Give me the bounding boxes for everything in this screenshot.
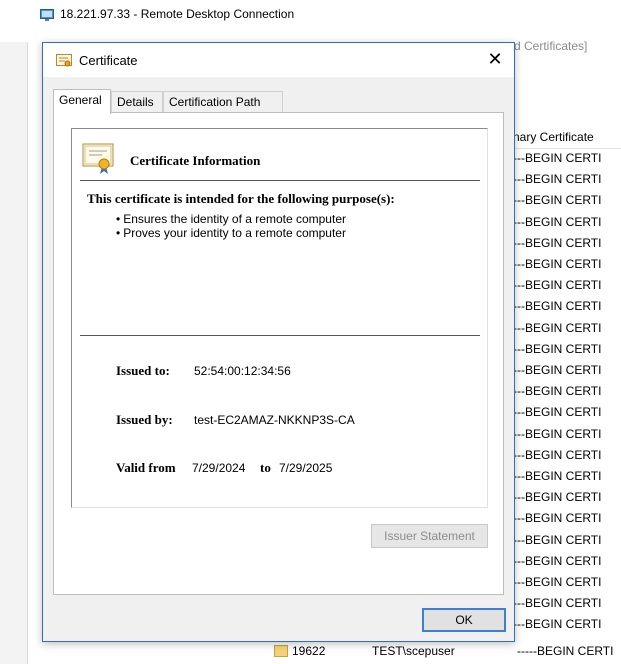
console-tree-pane[interactable]: [0, 42, 28, 664]
remote-desktop-title: 18.221.97.33 - Remote Desktop Connection: [60, 7, 295, 21]
certificate-info-title: Certificate Information: [130, 153, 261, 168]
table-row[interactable]: ---BEGIN CERTI: [513, 531, 621, 552]
certificate-info-icon: [82, 143, 114, 174]
table-row[interactable]: ---BEGIN CERTI: [513, 467, 621, 488]
table-row[interactable]: ---BEGIN CERTI: [513, 594, 621, 615]
table-row[interactable]: ---BEGIN CERTI: [513, 170, 621, 191]
table-row[interactable]: ---BEGIN CERTI: [513, 319, 621, 340]
issued-to-label: Issued to:: [116, 363, 170, 378]
table-row[interactable]: ---BEGIN CERTI: [513, 255, 621, 276]
table-row[interactable]: ---BEGIN CERTI: [513, 149, 621, 170]
issued-by-label: Issued by:: [116, 412, 173, 427]
valid-from-value: 7/29/2024: [192, 461, 246, 475]
binary-certificate: -----BEGIN CERTI: [517, 644, 614, 658]
purpose-heading: This certificate is intended for the fol…: [87, 191, 395, 206]
table-row[interactable]: ---BEGIN CERTI: [513, 191, 621, 212]
purpose-item: Proves your identity to a remote compute…: [116, 226, 346, 240]
certificate-row-icon: [274, 645, 288, 657]
certificate-dialog: Certificate ✕ General Details Certificat…: [42, 42, 515, 642]
column-header-binary-certificate[interactable]: nary Certificate: [513, 127, 621, 149]
general-tab-panel: Certificate Information This certificate…: [53, 112, 504, 595]
valid-to-label: to: [260, 460, 271, 475]
table-row[interactable]: ---BEGIN CERTI: [513, 425, 621, 446]
purpose-item: Ensures the identity of a remote compute…: [116, 212, 346, 226]
table-row[interactable]: ---BEGIN CERTI: [513, 213, 621, 234]
valid-to-value: 7/29/2025: [279, 461, 333, 475]
table-row[interactable]: ---BEGIN CERTI: [513, 276, 621, 297]
remote-desktop-icon: [40, 9, 54, 21]
issued-by-value: test-EC2AMAZ-NKKNP3S-CA: [194, 413, 355, 427]
table-row[interactable]: ---BEGIN CERTI: [513, 382, 621, 403]
issuer-statement-button[interactable]: Issuer Statement: [371, 524, 488, 548]
divider: [80, 335, 480, 336]
close-button[interactable]: ✕: [477, 47, 513, 73]
table-row[interactable]: ---BEGIN CERTI: [513, 403, 621, 424]
divider: [80, 180, 480, 181]
requester-name: TEST\scepuser: [372, 644, 455, 658]
valid-from-label: Valid from: [116, 460, 176, 475]
table-row[interactable]: ---BEGIN CERTI: [513, 297, 621, 318]
remote-desktop-titlebar: 18.221.97.33 - Remote Desktop Connection: [0, 0, 621, 32]
ok-button[interactable]: OK: [422, 608, 506, 632]
certificate-icon: [56, 54, 72, 67]
table-row[interactable]: ---BEGIN CERTI: [513, 340, 621, 361]
table-row[interactable]: ---BEGIN CERTI: [513, 488, 621, 509]
table-row[interactable]: ---BEGIN CERTI: [513, 361, 621, 382]
issued-to-value: 52:54:00:12:34:56: [194, 364, 291, 378]
dialog-title: Certificate: [79, 53, 138, 68]
table-row[interactable]: ---BEGIN CERTI: [513, 552, 621, 573]
certificate-info-box: Certificate Information This certificate…: [71, 128, 488, 508]
purpose-list: Ensures the identity of a remote compute…: [116, 212, 346, 240]
table-row[interactable]: ---BEGIN CERTI: [513, 446, 621, 467]
dialog-titlebar[interactable]: Certificate ✕: [43, 43, 514, 77]
tab-details[interactable]: Details: [111, 91, 163, 113]
table-row[interactable]: ---BEGIN CERTI: [513, 615, 621, 636]
table-row[interactable]: ---BEGIN CERTI: [513, 573, 621, 594]
request-id: 19622: [292, 644, 326, 658]
table-row[interactable]: 19622 TEST\scepuser -----BEGIN CERTI: [262, 642, 621, 664]
tab-general[interactable]: General: [53, 89, 111, 114]
tab-certification-path[interactable]: Certification Path: [163, 91, 283, 113]
console-title-fragment: d Certificates]: [514, 39, 588, 53]
table-row[interactable]: ---BEGIN CERTI: [513, 234, 621, 255]
table-row[interactable]: ---BEGIN CERTI: [513, 509, 621, 530]
